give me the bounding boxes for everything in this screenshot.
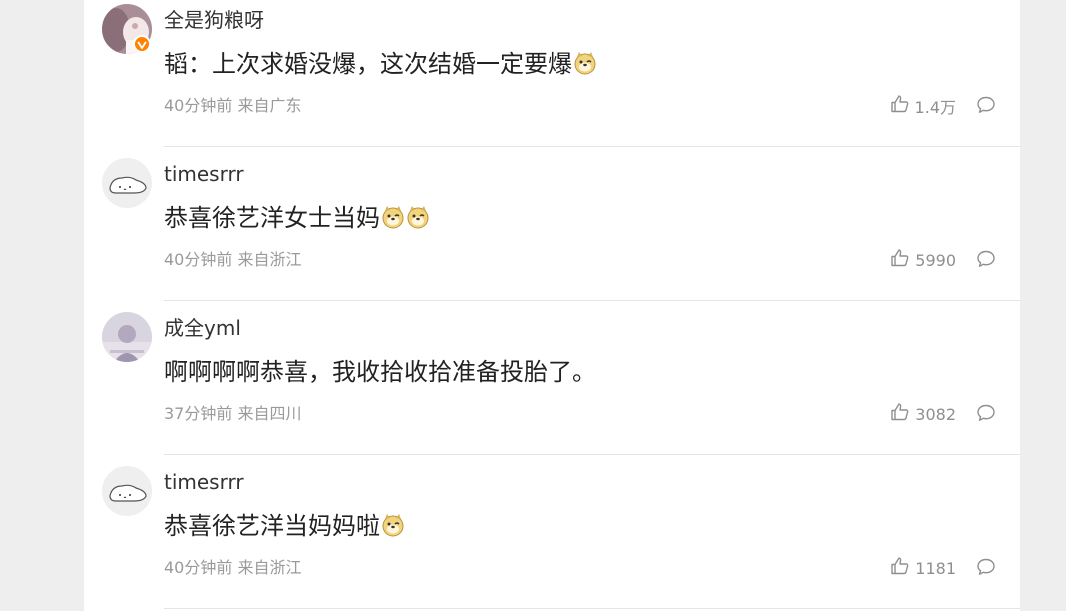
comment-meta: 40分钟前 来自广东 xyxy=(164,95,301,117)
like-count: 1181 xyxy=(915,558,956,578)
doge-emoji-icon xyxy=(381,205,405,236)
comment-location: 来自浙江 xyxy=(237,250,302,269)
avatar[interactable] xyxy=(102,312,152,362)
comment-text: 恭喜徐艺洋女士当妈 xyxy=(164,203,430,236)
speech-bubble-icon[interactable] xyxy=(976,403,996,423)
comment-time: 37分钟前 xyxy=(164,404,233,423)
like-count: 3082 xyxy=(915,404,956,424)
comment-text: 韬：上次求婚没爆，这次结婚一定要爆 xyxy=(164,49,597,82)
comment-time: 40分钟前 xyxy=(164,558,233,577)
like-button[interactable]: 1.4万 xyxy=(890,95,956,117)
avatar[interactable] xyxy=(102,466,152,516)
thumbs-up-icon xyxy=(890,248,910,272)
comment-item: timesrrr 恭喜徐艺洋当妈妈啦 40分钟前 来自浙江 1181 xyxy=(84,455,1020,609)
speech-bubble-icon[interactable] xyxy=(976,95,996,115)
like-button[interactable]: 5990 xyxy=(890,249,956,271)
comment-meta: 40分钟前 来自浙江 xyxy=(164,249,301,271)
divider xyxy=(164,608,1020,609)
doge-emoji-icon xyxy=(381,513,405,544)
comment-meta: 40分钟前 来自浙江 xyxy=(164,557,301,579)
doge-emoji-icon xyxy=(406,205,430,236)
like-button[interactable]: 1181 xyxy=(890,557,956,579)
thumbs-up-icon xyxy=(890,94,910,118)
like-count: 5990 xyxy=(915,250,956,270)
username[interactable]: 全是狗粮呀 xyxy=(164,7,264,33)
username[interactable]: 成全yml xyxy=(164,315,241,341)
avatar[interactable] xyxy=(102,158,152,208)
comment-text-body: 韬：上次求婚没爆，这次结婚一定要爆 xyxy=(164,50,572,78)
speech-bubble-icon[interactable] xyxy=(976,557,996,577)
like-count: 1.4万 xyxy=(914,98,956,117)
speech-bubble-icon[interactable] xyxy=(976,249,996,269)
comment-location: 来自浙江 xyxy=(237,558,302,577)
comment-text: 恭喜徐艺洋当妈妈啦 xyxy=(164,511,405,544)
like-button[interactable]: 3082 xyxy=(890,403,956,425)
comment-meta: 37分钟前 来自四川 xyxy=(164,403,301,425)
comment-list-panel: 全是狗粮呀 韬：上次求婚没爆，这次结婚一定要爆 40分钟前 来自广东 1.4万 … xyxy=(84,0,1020,611)
comment-item: 全是狗粮呀 韬：上次求婚没爆，这次结婚一定要爆 40分钟前 来自广东 1.4万 xyxy=(84,0,1020,147)
doge-emoji-icon xyxy=(573,51,597,82)
comment-text: 啊啊啊啊恭喜，我收拾收拾准备投胎了。 xyxy=(164,357,596,387)
username[interactable]: timesrrr xyxy=(164,161,244,187)
comment-location: 来自广东 xyxy=(237,96,302,115)
thumbs-up-icon xyxy=(890,556,910,580)
comment-time: 40分钟前 xyxy=(164,250,233,269)
comment-location: 来自四川 xyxy=(237,404,302,423)
username[interactable]: timesrrr xyxy=(164,469,244,495)
comment-text-body: 啊啊啊啊恭喜，我收拾收拾准备投胎了。 xyxy=(164,358,596,386)
comment-item: 成全yml 啊啊啊啊恭喜，我收拾收拾准备投胎了。 37分钟前 来自四川 3082 xyxy=(84,301,1020,455)
comment-time: 40分钟前 xyxy=(164,96,233,115)
thumbs-up-icon xyxy=(890,402,910,426)
verified-v-badge-icon xyxy=(133,35,151,53)
comment-item: timesrrr 恭喜徐艺洋女士当妈 40分钟前 来自浙江 5990 xyxy=(84,147,1020,301)
comment-text-body: 恭喜徐艺洋当妈妈啦 xyxy=(164,512,380,540)
comment-text-body: 恭喜徐艺洋女士当妈 xyxy=(164,204,380,232)
